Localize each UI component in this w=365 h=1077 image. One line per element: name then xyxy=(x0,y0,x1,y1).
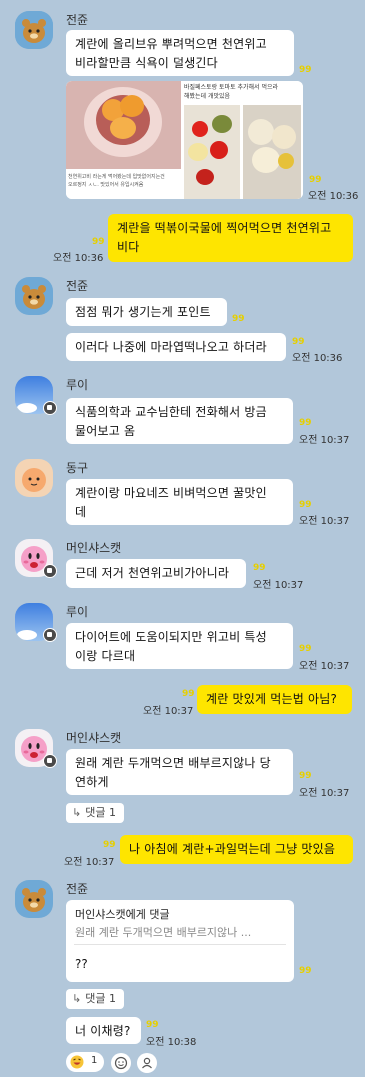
unread-count: 99 xyxy=(182,689,195,699)
sender-name: 동구 xyxy=(66,461,89,475)
message-bubble[interactable]: 원래 계란 두개먹으면 배부르지않나 당 연하게 xyxy=(66,749,293,795)
timestamp: 오전 10:38 xyxy=(146,1037,197,1048)
sender-name: 전쥰 xyxy=(66,882,89,896)
sender-name: 전쥰 xyxy=(66,13,89,27)
person-icon xyxy=(142,1057,152,1069)
unread-count: 99 xyxy=(103,840,116,850)
reply-thread-button[interactable]: ↳ 댓글 1 xyxy=(66,989,124,1009)
avatar-jeonjun[interactable] xyxy=(15,11,53,49)
reply-arrow-icon: ↳ xyxy=(72,806,82,819)
avatar-jeonjun[interactable] xyxy=(15,277,53,315)
timestamp: 오전 10:37 xyxy=(64,857,115,868)
unread-count: 99 xyxy=(146,1020,159,1030)
reply-thread-button[interactable]: ↳ 댓글 1 xyxy=(66,803,124,823)
quoted-reply-bubble[interactable]: 머인샤스캣에게 댓글 원래 계란 두개먹으면 배부르지않나 ... ?? xyxy=(66,900,294,982)
timestamp: 오전 10:37 xyxy=(299,516,350,527)
status-badge xyxy=(43,754,57,768)
unread-count: 99 xyxy=(299,644,312,654)
unread-count: 99 xyxy=(232,314,245,324)
image-caption-line1: 천연위고비 라는게 먹어봤는데 입맛없어지는건 xyxy=(68,174,165,180)
timestamp: 오전 10:36 xyxy=(292,353,343,364)
message-bubble[interactable]: 너 이채령? xyxy=(66,1017,141,1044)
message-bubble[interactable]: 다이어트에 도움이되지만 위고비 특성 이랑 다르대 xyxy=(66,623,293,669)
my-message-bubble[interactable]: 계란 맛있게 먹는법 아님? xyxy=(197,685,352,714)
ryan-avatar-icon xyxy=(15,880,53,918)
image-message[interactable]: 천연위고비 라는게 먹어봤는데 입맛없어지는건 오르정지 ㅅㄴ. 맛있어서 유입… xyxy=(66,81,303,199)
status-badge xyxy=(43,628,57,642)
message-bubble[interactable]: 계란에 올리브유 뿌려먹으면 천연위고 비라할만큼 식욕이 덜생긴다 xyxy=(66,30,294,76)
unread-count: 99 xyxy=(299,418,312,428)
my-message-bubble[interactable]: 계란을 떡볶이국물에 찍어먹으면 천연위고 비다 xyxy=(108,214,353,262)
reply-text: ?? xyxy=(75,957,88,971)
timestamp: 오전 10:37 xyxy=(299,788,350,799)
unread-count: 99 xyxy=(309,175,322,185)
unread-count: 99 xyxy=(253,563,266,573)
image-caption-top2: 해봤는데 개맛있음 xyxy=(184,93,231,100)
sender-name: 루이 xyxy=(66,378,89,392)
unread-count: 99 xyxy=(292,337,305,347)
message-bubble[interactable]: 이러다 나중에 마라엽떡나오고 하더라 xyxy=(66,333,286,361)
message-bubble[interactable]: 근데 저거 천연위고비가아니라 xyxy=(66,559,246,588)
timestamp: 오전 10:36 xyxy=(53,253,104,264)
reaction-count: 1 xyxy=(91,1055,98,1066)
image-caption-top1: 바질페스토랑 토마토 추가해서 먹으라 xyxy=(184,84,279,91)
timestamp: 오전 10:37 xyxy=(299,661,350,672)
sender-name: 루이 xyxy=(66,605,89,619)
timestamp: 오전 10:37 xyxy=(299,435,350,446)
unread-count: 99 xyxy=(299,771,312,781)
message-bubble[interactable]: 계란이랑 마요네즈 비벼먹으면 꿀맛인 데 xyxy=(66,479,293,525)
avatar-jeonjun[interactable] xyxy=(15,880,53,918)
sender-name: 머인샤스캣 xyxy=(66,541,122,555)
laughing-face-icon xyxy=(70,1055,84,1069)
add-reaction-icon xyxy=(114,1056,128,1070)
status-badge xyxy=(43,564,57,578)
reply-count: 댓글 1 xyxy=(85,992,116,1005)
sender-name: 머인샤스캣 xyxy=(66,731,122,745)
unread-count: 99 xyxy=(299,966,312,976)
message-bubble[interactable]: 점점 뭐가 생기는게 포인트 xyxy=(66,298,227,326)
image-egg-bowl: 천연위고비 라는게 먹어봤는데 입맛없어지는건 오르정지 ㅅㄴ. 맛있어서 유입… xyxy=(66,81,181,199)
timestamp: 오전 10:37 xyxy=(143,706,194,717)
add-reaction-button[interactable] xyxy=(111,1053,131,1073)
quote-title: 머인샤스캣에게 댓글 xyxy=(75,908,170,921)
timestamp: 오전 10:37 xyxy=(253,580,304,591)
image-caption-line2: 오르정지 ㅅㄴ. 맛있어서 유입시켜옴 xyxy=(68,182,144,188)
quote-text: 원래 계란 두개먹으면 배부르지않나 ... xyxy=(75,926,252,939)
unread-count: 99 xyxy=(299,500,312,510)
timestamp: 오전 10:36 xyxy=(308,191,359,202)
ryan-avatar-icon xyxy=(15,11,53,49)
sender-name: 전쥰 xyxy=(66,279,89,293)
quote-divider xyxy=(74,944,286,945)
reply-count: 댓글 1 xyxy=(85,806,116,819)
avatar-donggu[interactable] xyxy=(15,459,53,497)
reaction-members-button[interactable] xyxy=(137,1053,157,1073)
image-tomato-eggs: 바질페스토랑 토마토 추가해서 먹으라 해봤는데 개맛있음 xyxy=(182,81,303,199)
ryan-avatar-icon xyxy=(15,277,53,315)
emoji-reaction[interactable]: 1 xyxy=(66,1052,104,1072)
unread-count: 99 xyxy=(92,237,105,247)
status-badge xyxy=(43,401,57,415)
my-message-bubble[interactable]: 나 아침에 계란+과일먹는데 그냥 맛있음 xyxy=(120,835,353,864)
reply-arrow-icon: ↳ xyxy=(72,992,82,1005)
apeach-avatar-icon xyxy=(15,459,53,497)
message-bubble[interactable]: 식품의학과 교수님한테 전화해서 방금 물어보고 옴 xyxy=(66,398,293,444)
unread-count: 99 xyxy=(299,65,312,75)
